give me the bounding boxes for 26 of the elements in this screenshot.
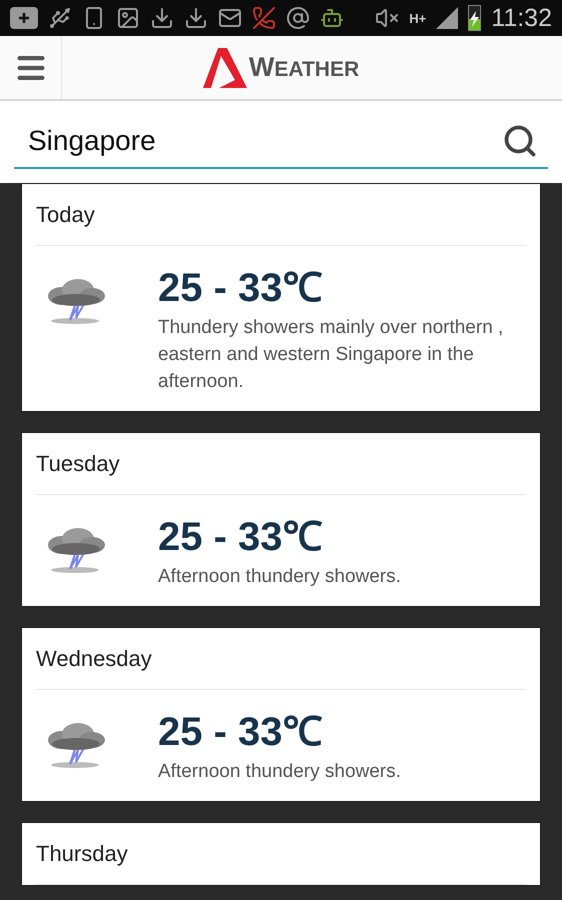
forecast-description: Afternoon thundery showers. [158, 565, 402, 589]
temperature-range: 25 - 33℃ [158, 709, 324, 756]
missed-call-icon [252, 6, 276, 30]
temperature-range: 25 - 33℃ [158, 265, 324, 312]
image-icon [116, 6, 140, 30]
usb-icon [48, 6, 72, 30]
app-title: WEATHER [248, 51, 360, 84]
email-icon [286, 6, 310, 30]
logo-icon [202, 48, 247, 88]
add-icon [10, 7, 38, 29]
temperature-range: 25 - 33℃ [158, 514, 324, 561]
download-icon [150, 6, 174, 30]
signal-icon [436, 7, 458, 29]
network-type: H+ [409, 12, 426, 24]
day-label: Tuesday [36, 451, 120, 476]
day-label: Today [36, 202, 95, 227]
forecast-description: Thundery showers mainly over northern , eastern and western Singapore in the afternoon. [158, 316, 504, 394]
clock: 11:32 [491, 6, 552, 30]
robot-icon [320, 6, 344, 30]
day-label: Thursday [36, 841, 128, 866]
download-icon [184, 6, 208, 30]
day-label: Wednesday [36, 646, 152, 671]
search-icon[interactable] [502, 123, 538, 159]
forecast-description: Afternoon thundery showers. [158, 760, 402, 784]
mail-icon [218, 6, 242, 30]
mute-icon [375, 6, 400, 30]
